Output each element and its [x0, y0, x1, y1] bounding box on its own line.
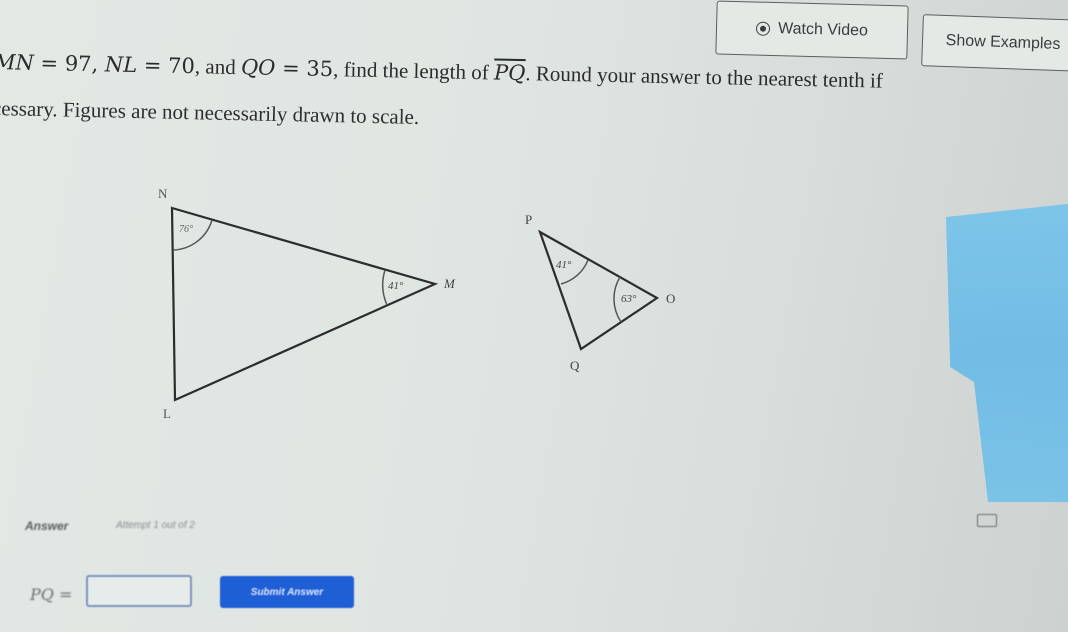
vertex-label-o: O: [666, 291, 675, 306]
triangle-pqo-shape: [537, 229, 660, 351]
submit-answer-button[interactable]: Submit Answer: [220, 576, 354, 608]
answer-label: Answer: [25, 519, 69, 533]
attempt-counter: Attempt 1 out of 2: [116, 520, 195, 531]
answer-input-label: PQ =: [30, 585, 73, 604]
angle-arc-m: [382, 269, 388, 306]
angle-label-n: 76°: [179, 224, 193, 235]
vertex-label-n: N: [158, 186, 168, 201]
vertex-label-l: L: [163, 406, 171, 421]
angle-label-p: 41°: [556, 259, 572, 271]
figures: N M L 76° 41° P O Q 41° 63°: [158, 186, 675, 421]
angle-arc-o: [613, 276, 622, 323]
answer-input[interactable]: [86, 575, 192, 607]
triangle-nml: N M L 76° 41°: [158, 186, 456, 421]
vertex-label-p: P: [525, 212, 532, 227]
keyboard-icon[interactable]: [977, 514, 997, 527]
triangle-pqo: P O Q 41° 63°: [525, 212, 675, 373]
vertex-label-q: Q: [570, 358, 580, 373]
triangle-nml-shape: [170, 206, 439, 402]
vertex-label-m: M: [443, 276, 456, 291]
angle-label-m: 41°: [388, 280, 404, 292]
angle-label-o: 63°: [621, 293, 637, 305]
